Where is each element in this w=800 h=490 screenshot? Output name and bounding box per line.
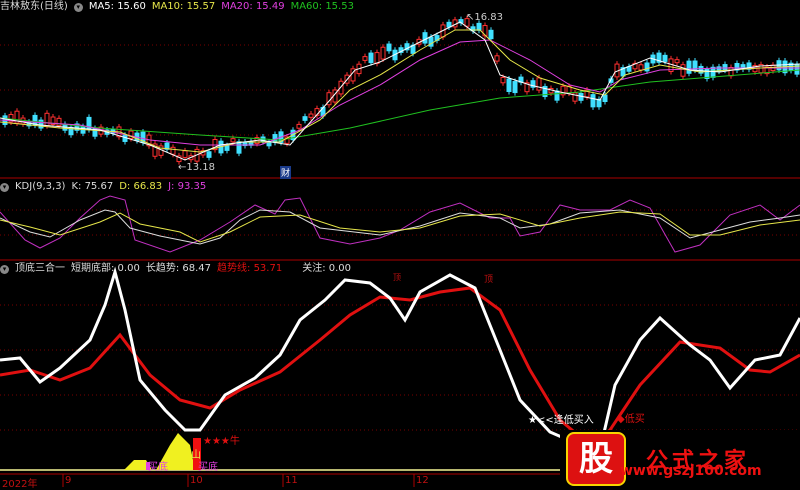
ma5-line xyxy=(0,21,800,161)
candle-body[interactable] xyxy=(728,67,734,77)
candle-body[interactable] xyxy=(44,112,50,127)
dropdown-icon[interactable]: ▾ xyxy=(0,182,9,192)
candle-body[interactable] xyxy=(302,116,308,121)
axis-label: 9 xyxy=(65,475,72,486)
dropdown-icon[interactable]: ▾ xyxy=(0,264,9,274)
candle-body[interactable] xyxy=(722,64,728,71)
candle-body[interactable] xyxy=(38,119,44,129)
ma5-value: MA5: 15.60 xyxy=(88,1,146,12)
candle-body[interactable] xyxy=(602,94,608,103)
candle-body[interactable] xyxy=(380,46,386,60)
candle-body[interactable] xyxy=(86,116,92,131)
candle-body[interactable] xyxy=(362,56,368,61)
candle-body[interactable] xyxy=(182,150,188,158)
kdj-k-value: K: 75.67 xyxy=(71,181,114,192)
candle-body[interactable] xyxy=(500,76,506,84)
candle-body[interactable] xyxy=(488,29,494,40)
indicator-header: ▾ 顶底三合一 短期底部: 0.00 长趋势: 68.47 趋势线: 53.71… xyxy=(0,262,351,276)
candle-body[interactable] xyxy=(662,54,668,62)
candle-body[interactable] xyxy=(374,52,380,64)
low-buy-label: ◆低买 xyxy=(617,414,645,425)
trend-line-value: 趋势线: 53.71 xyxy=(217,263,283,274)
stock-title[interactable]: 吉林敖东(日线) xyxy=(0,0,68,14)
candle-body[interactable] xyxy=(674,59,680,64)
candle-body[interactable] xyxy=(236,141,242,154)
axis-label: 11 xyxy=(285,475,298,486)
long-trend-value: 长趋势: 68.47 xyxy=(145,263,212,274)
main-header: 吉林敖东(日线) ▾ MA5: 15.60 MA10: 15.57 MA20: … xyxy=(0,0,354,14)
buy-bottom-label: 买底 xyxy=(198,462,218,473)
kdj-j-value: J: 93.35 xyxy=(168,181,207,192)
top-label: 顶 xyxy=(393,273,401,282)
candle-body[interactable] xyxy=(386,43,392,52)
cow-signal-label: ★★★牛 xyxy=(203,436,240,447)
chart-canvas xyxy=(0,15,800,487)
axis-label: 2022年 xyxy=(2,479,38,490)
candle-body[interactable] xyxy=(230,138,236,143)
finance-marker[interactable]: 财 xyxy=(280,166,292,179)
kdj-d-value: D: 66.83 xyxy=(119,181,163,192)
candle-body[interactable] xyxy=(494,55,500,62)
ma20-value: MA20: 15.49 xyxy=(221,1,285,12)
candle-body[interactable] xyxy=(206,151,212,158)
candle-body[interactable] xyxy=(644,62,650,72)
candle-body[interactable] xyxy=(686,60,692,74)
focus-value: 关注: 0.00 xyxy=(302,263,352,274)
kdj-k-line xyxy=(0,209,800,245)
watermark-logo: 股 xyxy=(566,431,626,486)
ma10-value: MA10: 15.57 xyxy=(151,1,216,12)
candle-body[interactable] xyxy=(308,113,314,118)
candle-body[interactable] xyxy=(296,123,302,129)
high-price-label: ↖16.83 xyxy=(466,12,504,23)
candle-body[interactable] xyxy=(590,94,596,108)
candle-body[interactable] xyxy=(638,64,644,71)
candle-body[interactable] xyxy=(710,66,716,78)
candle-body[interactable] xyxy=(572,92,578,102)
candle-body[interactable] xyxy=(338,80,344,95)
candle-body[interactable] xyxy=(536,77,542,91)
gridlines xyxy=(0,44,800,431)
indicator-title[interactable]: 顶底三合一 xyxy=(15,262,65,276)
short-bottom-value: 短期底部: 0.00 xyxy=(71,263,140,274)
axis-ticks xyxy=(62,474,415,487)
candle-body[interactable] xyxy=(170,146,176,155)
candle-body[interactable] xyxy=(476,22,482,31)
axis-label: 12 xyxy=(416,475,429,486)
low-price-label: ←13.18 xyxy=(178,162,216,173)
buy-bottom-label: 买底 xyxy=(148,462,168,473)
candle-body[interactable] xyxy=(596,98,602,108)
axis-label: 10 xyxy=(190,475,203,486)
candle-body[interactable] xyxy=(506,78,512,93)
kdj-d-line xyxy=(0,211,800,243)
kdj-title[interactable]: KDJ(9,3,3) xyxy=(15,180,65,194)
kdj-j-line xyxy=(0,195,800,253)
dropdown-icon[interactable]: ▾ xyxy=(73,2,83,12)
candle-body[interactable] xyxy=(554,90,560,101)
candle-body[interactable] xyxy=(680,64,686,77)
candle-body[interactable] xyxy=(512,81,518,94)
kdj-header: ▾ KDJ(9,3,3) K: 75.67 D: 66.83 J: 93.35 xyxy=(0,180,206,194)
buy-low-label: ★<<逢低买入 xyxy=(528,415,594,426)
watermark-url: www.gszj100.com xyxy=(620,463,762,479)
candle-body[interactable] xyxy=(368,52,374,64)
candle-body[interactable] xyxy=(422,32,428,44)
candle-body[interactable] xyxy=(224,145,230,151)
ma60-value: MA60: 15.53 xyxy=(290,1,354,12)
top-label: 顶 xyxy=(484,275,494,285)
ma60-line xyxy=(0,69,800,141)
